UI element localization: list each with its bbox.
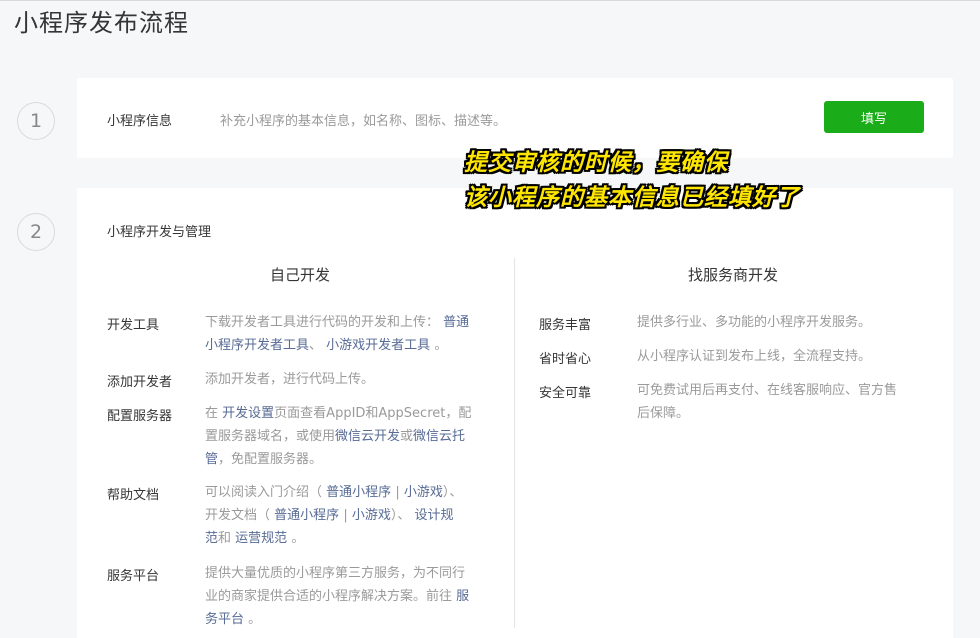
provider-develop-title: 找服务商开发 (687, 266, 778, 284)
desc-text: 添加开发者，进行代码上传。 (205, 372, 375, 387)
link-operation-spec[interactable]: 运营规范 (235, 531, 287, 546)
desc-text: 下载开发者工具进行代码的开发和上传： (205, 315, 440, 330)
row-desc-help-docs: 可以阅读入门介绍（ 普通小程序 | 小游戏）、 开发文档（ 普通小程序 | 小游… (205, 481, 500, 550)
step-number-1: 1 (17, 102, 55, 140)
row-desc-rich-services: 提供多行业、多功能的小程序开发服务。 (637, 311, 927, 334)
link-intro-normal-miniprogram[interactable]: 普通小程序 (326, 485, 391, 500)
desc-text: 或 (400, 429, 414, 444)
overlay-caption-line1: 提交审核的时候，要确保 (464, 150, 728, 176)
step-number-2: 2 (17, 213, 55, 251)
link-wechat-cloud-hosting-part2[interactable]: 管 (205, 452, 218, 467)
link-docs-minigame[interactable]: 小游戏 (352, 508, 391, 523)
link-service-platform-part2[interactable]: 务平台 (205, 612, 244, 627)
link-design-spec-part2[interactable]: 范 (205, 531, 218, 546)
link-intro-minigame[interactable]: 小游戏 (404, 485, 443, 500)
row-label-configure-server: 配置服务器 (107, 409, 173, 424)
desc-text: 提供多行业、多功能的小程序开发服务。 (637, 315, 872, 330)
top-border (0, 0, 980, 1)
step2-title: 小程序开发与管理 (107, 225, 212, 240)
desc-text: 置服务器域名，或使用 (205, 429, 336, 444)
row-label-service-platform: 服务平台 (107, 569, 160, 584)
link-service-platform-part1[interactable]: 服 (456, 589, 469, 604)
row-label-dev-tools: 开发工具 (107, 318, 160, 333)
row-label-safe-reliable: 安全可靠 (539, 386, 592, 401)
desc-text: 。 (248, 612, 262, 627)
desc-text: 从小程序认证到发布上线，全流程支持。 (637, 349, 872, 364)
link-wechat-cloud-dev[interactable]: 微信云开发 (335, 429, 400, 444)
desc-text: 提供大量优质的小程序第三方服务，为不同行 (205, 566, 466, 581)
desc-text: 。 (434, 338, 448, 353)
desc-text: 。 (291, 531, 305, 546)
desc-text: | (343, 508, 348, 523)
row-label-add-developer: 添加开发者 (107, 375, 173, 390)
row-desc-save-time: 从小程序认证到发布上线，全流程支持。 (637, 345, 927, 368)
step1-label: 小程序信息 (107, 114, 173, 129)
desc-text: 在 (205, 406, 219, 421)
desc-text: 页面查看AppID和AppSecret，配 (274, 406, 472, 421)
self-develop-title: 自己开发 (269, 266, 330, 284)
link-normal-miniprogram-part1[interactable]: 普通 (443, 315, 469, 330)
row-desc-service-platform: 提供大量优质的小程序第三方服务，为不同行 业的商家提供合适的小程序解决方案。前往… (205, 562, 500, 631)
desc-text: 可免费试用后再支付、在线客服响应、官方售 (637, 383, 898, 398)
desc-text: 后保障。 (637, 406, 690, 421)
overlay-caption-line2: 该小程序的基本信息已经填好了 (464, 185, 800, 211)
desc-text: | (395, 485, 400, 500)
link-miniprogram-devtools[interactable]: 小程序开发者工具 (205, 338, 309, 353)
row-desc-safe-reliable: 可免费试用后再支付、在线客服响应、官方售 后保障。 (637, 379, 927, 425)
row-label-rich-services: 服务丰富 (539, 318, 592, 333)
desc-text: ，免配置服务器。 (218, 452, 323, 467)
page-title: 小程序发布流程 (14, 9, 189, 37)
desc-text: 业的商家提供合适的小程序解决方案。前往 (205, 589, 453, 604)
row-label-save-time: 省时省心 (539, 352, 592, 367)
row-desc-configure-server: 在 开发设置页面查看AppID和AppSecret，配 置服务器域名，或使用微信… (205, 402, 500, 471)
desc-text: 开发文档（ (205, 508, 271, 523)
fill-info-button[interactable]: 填写 (824, 101, 924, 133)
row-desc-dev-tools: 下载开发者工具进行代码的开发和上传： 普通 小程序开发者工具、 小游戏开发者工具… (205, 311, 500, 357)
desc-text: 可以阅读入门介绍（ (205, 485, 323, 500)
link-docs-normal-miniprogram[interactable]: 普通小程序 (274, 508, 339, 523)
column-divider (514, 258, 515, 628)
desc-text: ）、 (390, 508, 411, 523)
link-minigame-devtools[interactable]: 小游戏开发者工具 (326, 338, 430, 353)
desc-text: 、 (309, 338, 323, 353)
link-dev-settings[interactable]: 开发设置 (222, 406, 274, 421)
row-label-help-docs: 帮助文档 (107, 488, 160, 503)
link-design-spec-part1[interactable]: 设计规 (415, 508, 454, 523)
row-desc-add-developer: 添加开发者，进行代码上传。 (205, 368, 500, 391)
step1-description: 补充小程序的基本信息，如名称、图标、描述等。 (220, 114, 507, 129)
desc-text: 和 (218, 531, 232, 546)
desc-text: ）、 (442, 485, 463, 500)
link-wechat-cloud-hosting-part1[interactable]: 微信云托 (413, 429, 465, 444)
